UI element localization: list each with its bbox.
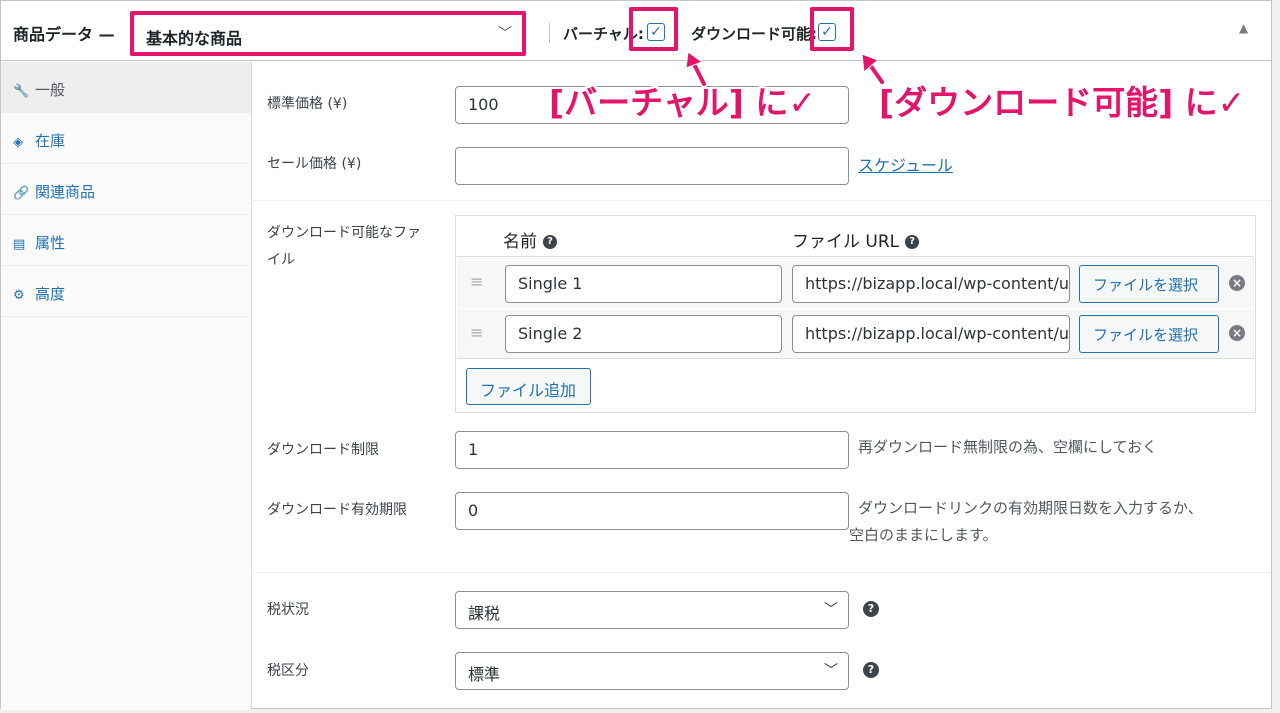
- sale-price-input[interactable]: [455, 147, 849, 185]
- virtual-label: バーチャル:: [563, 25, 644, 43]
- virtual-checkbox[interactable]: ✓: [647, 23, 665, 41]
- help-icon[interactable]: ?: [863, 662, 879, 678]
- tab-label: 在庫: [35, 132, 66, 150]
- url-column-header: ファイル URL?: [792, 227, 920, 252]
- tab-label: 一般: [35, 81, 66, 99]
- virtual-annotation: [バーチャル] に✓: [549, 83, 816, 122]
- gear-icon: ⚙: [13, 288, 25, 303]
- chevron-down-icon: ﹀: [824, 663, 838, 679]
- schedule-link[interactable]: スケジュール: [858, 152, 953, 176]
- chevron-down-icon: ﹀: [824, 602, 838, 618]
- download-expiry-input[interactable]: 0: [455, 492, 849, 530]
- remove-file-icon[interactable]: ×: [1229, 275, 1245, 291]
- sale-price-label: セール価格 (¥): [267, 156, 362, 172]
- drag-handle-icon[interactable]: ≡: [470, 272, 483, 291]
- tag-icon: ◈: [13, 135, 23, 150]
- tab-label: 関連商品: [35, 183, 96, 201]
- file-name-input[interactable]: Single 2: [505, 315, 782, 353]
- name-column-header: 名前?: [503, 227, 557, 252]
- tax-class-value: 標準: [468, 665, 501, 684]
- drag-handle-icon[interactable]: ≡: [470, 323, 483, 342]
- tab-advanced[interactable]: ⚙ 高度: [1, 266, 251, 317]
- url-column-label: ファイル URL: [792, 232, 900, 252]
- section-divider: [253, 572, 1271, 573]
- download-expiry-description-line1: ダウンロードリンクの有効期限日数を入力するか、: [858, 499, 1203, 517]
- link-icon: 🔗: [13, 186, 30, 201]
- name-column-label: 名前: [503, 232, 537, 252]
- file-url-input[interactable]: https://bizapp.local/wp-content/u: [792, 265, 1070, 303]
- download-expiry-label: ダウンロード有効期限: [267, 502, 407, 518]
- choose-file-button[interactable]: ファイルを選択: [1079, 315, 1219, 353]
- divider: [549, 23, 550, 43]
- file-name-input[interactable]: Single 1: [505, 265, 782, 303]
- remove-file-icon[interactable]: ×: [1229, 325, 1245, 341]
- collapse-toggle-icon[interactable]: ▲: [1239, 21, 1248, 35]
- regular-price-label: 標準価格 (¥): [267, 96, 348, 112]
- downloadable-checkbox[interactable]: ✓: [818, 23, 836, 41]
- downloadable-files-label: ダウンロード可能なファ イル: [267, 220, 421, 274]
- file-url-input[interactable]: https://bizapp.local/wp-content/u: [792, 315, 1070, 353]
- tab-general[interactable]: 🔧 一般: [1, 62, 251, 113]
- file-row: ≡ Single 1 https://bizapp.local/wp-conte…: [457, 258, 1254, 308]
- help-icon[interactable]: ?: [863, 601, 879, 617]
- downloadable-files-label-line2: イル: [267, 252, 295, 268]
- tab-label: 属性: [35, 234, 66, 252]
- tab-linked-products[interactable]: 🔗 関連商品: [1, 164, 251, 215]
- file-row: ≡ Single 2 https://bizapp.local/wp-conte…: [457, 308, 1254, 358]
- choose-file-button[interactable]: ファイルを選択: [1079, 265, 1219, 303]
- tax-class-select[interactable]: 標準 ﹀: [455, 652, 849, 690]
- product-type-value: 基本的な商品: [146, 29, 243, 48]
- product-data-tabs: 🔧 一般 ◈ 在庫 🔗 関連商品 ▤ 属性 ⚙ 高度: [1, 62, 252, 710]
- download-limit-input[interactable]: 1: [455, 431, 849, 469]
- download-expiry-description: ダウンロードリンクの有効期限日数を入力するか、 空白のままにします。: [849, 495, 1203, 549]
- divider: [457, 358, 1254, 359]
- chevron-down-icon: ﹀: [498, 26, 512, 42]
- download-limit-description: 再ダウンロード無制限の為、空欄にしておく: [858, 438, 1158, 456]
- list-icon: ▤: [13, 237, 26, 252]
- tab-inventory[interactable]: ◈ 在庫: [1, 113, 251, 164]
- help-icon[interactable]: ?: [905, 235, 920, 249]
- section-divider: [253, 200, 1271, 201]
- product-data-header: 商品データ — 基本的な商品 ﹀ バーチャル: ✓ ダウンロード可能: ✓ ▲: [1, 1, 1271, 61]
- download-expiry-description-line2: 空白のままにします。: [849, 526, 998, 544]
- tab-label: 高度: [35, 285, 66, 303]
- panel-title: 商品データ —: [13, 25, 115, 44]
- tax-status-label: 税状況: [267, 602, 309, 618]
- product-type-select[interactable]: 基本的な商品 ﹀: [133, 14, 525, 54]
- tab-attributes[interactable]: ▤ 属性: [1, 215, 251, 266]
- tax-status-select[interactable]: 課税 ﹀: [455, 591, 849, 629]
- help-icon[interactable]: ?: [543, 235, 557, 249]
- wrench-icon: 🔧: [13, 84, 30, 99]
- downloadable-annotation: [ダウンロード可能] に✓: [879, 83, 1246, 122]
- download-limit-label: ダウンロード制限: [267, 442, 379, 458]
- add-file-button[interactable]: ファイル追加: [466, 368, 591, 405]
- downloadable-files-label-line1: ダウンロード可能なファ: [267, 225, 421, 241]
- downloadable-files-table: 名前? ファイル URL? ≡ Single 1 https://bizapp.…: [455, 215, 1256, 413]
- tax-class-label: 税区分: [267, 663, 309, 679]
- tax-status-value: 課税: [468, 604, 501, 623]
- files-table-header: 名前? ファイル URL?: [457, 217, 1254, 257]
- downloadable-label: ダウンロード可能:: [691, 25, 817, 43]
